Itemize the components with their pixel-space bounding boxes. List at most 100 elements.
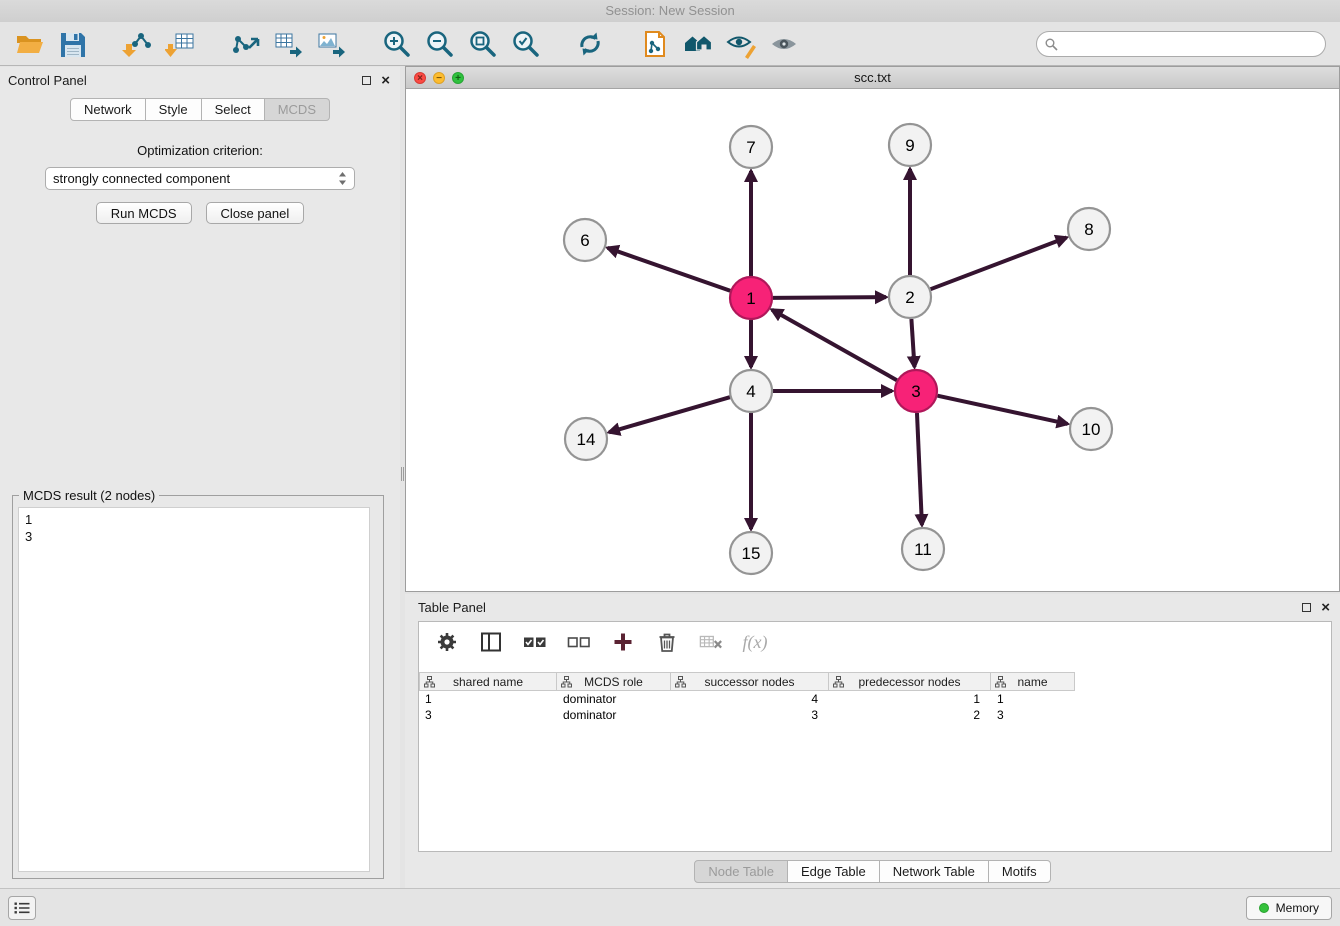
table-panel-header: Table Panel × bbox=[405, 594, 1340, 619]
hide-selected-icon[interactable] bbox=[726, 29, 756, 59]
svg-text:10: 10 bbox=[1082, 420, 1101, 439]
delete-column-icon[interactable] bbox=[655, 630, 679, 654]
maximize-window-icon[interactable]: + bbox=[452, 72, 464, 84]
graph-node-1[interactable]: 1 bbox=[730, 277, 772, 319]
zoom-in-icon[interactable] bbox=[381, 29, 411, 59]
float-panel-icon[interactable] bbox=[362, 76, 371, 85]
mcds-result-group: MCDS result (2 nodes) 1 3 bbox=[12, 495, 384, 879]
function-builder-icon: f(x) bbox=[743, 630, 767, 654]
column-header-predecessor_nodes[interactable]: predecessor nodes bbox=[829, 672, 991, 691]
table-cell-successor_nodes[interactable]: 4 bbox=[671, 691, 829, 707]
export-network-icon[interactable] bbox=[230, 29, 260, 59]
task-list-icon bbox=[14, 902, 30, 914]
node-table-body: 1dominator4113dominator323 bbox=[419, 691, 1331, 723]
tab-edge-table[interactable]: Edge Table bbox=[788, 860, 880, 883]
table-cell-successor_nodes[interactable]: 3 bbox=[671, 707, 829, 723]
graph-node-11[interactable]: 11 bbox=[902, 528, 944, 570]
tab-motifs[interactable]: Motifs bbox=[989, 860, 1051, 883]
network-canvas[interactable]: 7 9 6 8 1 2 4 3 14 10 15 11 bbox=[406, 89, 1339, 591]
svg-text:11: 11 bbox=[914, 540, 932, 559]
tab-mcds[interactable]: MCDS bbox=[265, 98, 330, 121]
column-header-name[interactable]: name bbox=[991, 672, 1075, 691]
close-panel-icon[interactable]: × bbox=[381, 76, 390, 86]
graph-edge-1-2[interactable] bbox=[773, 297, 886, 298]
criterion-dropdown[interactable]: strongly connected component bbox=[45, 167, 355, 190]
graph-node-10[interactable]: 10 bbox=[1070, 408, 1112, 450]
minimize-window-icon[interactable]: − bbox=[433, 72, 445, 84]
graph-edge-2-3[interactable] bbox=[911, 319, 914, 367]
graph-node-14[interactable]: 14 bbox=[565, 418, 607, 460]
graph-node-3[interactable]: 3 bbox=[895, 370, 937, 412]
graph-node-7[interactable]: 7 bbox=[730, 126, 772, 168]
tab-style[interactable]: Style bbox=[146, 98, 202, 121]
close-table-panel-icon[interactable]: × bbox=[1321, 603, 1330, 613]
graph-edge-1-6[interactable] bbox=[608, 248, 731, 291]
graph-edge-3-1[interactable] bbox=[772, 310, 897, 380]
tab-network-table[interactable]: Network Table bbox=[880, 860, 989, 883]
search-input[interactable] bbox=[1036, 31, 1326, 57]
graph-edge-4-14[interactable] bbox=[609, 397, 730, 432]
table-cell-predecessor_nodes[interactable]: 1 bbox=[829, 691, 991, 707]
column-header-mcds_role[interactable]: MCDS role bbox=[557, 672, 671, 691]
new-network-from-selection-icon[interactable] bbox=[640, 29, 670, 59]
column-header-successor_nodes[interactable]: successor nodes bbox=[671, 672, 829, 691]
table-cell-mcds_role[interactable]: dominator bbox=[557, 707, 671, 723]
control-panel-title: Control Panel bbox=[8, 73, 87, 88]
open-session-icon[interactable] bbox=[14, 29, 44, 59]
table-cell-shared_name[interactable]: 1 bbox=[419, 691, 557, 707]
first-neighbors-icon[interactable] bbox=[683, 29, 713, 59]
search-box bbox=[1036, 31, 1326, 57]
select-all-columns-icon[interactable] bbox=[523, 630, 547, 654]
graph-edge-2-8[interactable] bbox=[931, 238, 1067, 290]
graph-node-9[interactable]: 9 bbox=[889, 124, 931, 166]
graph-node-2[interactable]: 2 bbox=[889, 276, 931, 318]
float-table-panel-icon[interactable] bbox=[1302, 603, 1311, 612]
svg-text:2: 2 bbox=[905, 288, 914, 307]
export-table-icon[interactable] bbox=[273, 29, 303, 59]
graph-node-15[interactable]: 15 bbox=[730, 532, 772, 574]
zoom-out-icon[interactable] bbox=[424, 29, 454, 59]
show-all-icon[interactable] bbox=[769, 29, 799, 59]
svg-text:8: 8 bbox=[1084, 220, 1093, 239]
table-cell-mcds_role[interactable]: dominator bbox=[557, 691, 671, 707]
add-column-icon[interactable] bbox=[611, 630, 635, 654]
control-panel-tabs: Network Style Select MCDS bbox=[0, 98, 400, 121]
svg-text:15: 15 bbox=[742, 544, 761, 563]
table-settings-icon[interactable] bbox=[435, 630, 459, 654]
task-history-button[interactable] bbox=[8, 896, 36, 920]
table-row[interactable]: 1dominator411 bbox=[419, 691, 1331, 707]
table-cell-name[interactable]: 3 bbox=[991, 707, 1075, 723]
table-row[interactable]: 3dominator323 bbox=[419, 707, 1331, 723]
status-bar: Memory bbox=[0, 888, 1340, 926]
column-header-shared_name[interactable]: shared name bbox=[419, 672, 557, 691]
export-image-icon[interactable] bbox=[316, 29, 346, 59]
graph-node-8[interactable]: 8 bbox=[1068, 208, 1110, 250]
tab-select[interactable]: Select bbox=[202, 98, 265, 121]
table-cell-shared_name[interactable]: 3 bbox=[419, 707, 557, 723]
graph-node-4[interactable]: 4 bbox=[730, 370, 772, 412]
save-session-icon[interactable] bbox=[57, 29, 87, 59]
table-cell-predecessor_nodes[interactable]: 2 bbox=[829, 707, 991, 723]
node-table-container: f(x) shared nameMCDS rolesuccessor nodes… bbox=[418, 621, 1332, 852]
run-mcds-button[interactable]: Run MCDS bbox=[96, 202, 192, 224]
import-table-icon[interactable] bbox=[165, 29, 195, 59]
tab-network[interactable]: Network bbox=[70, 98, 146, 121]
network-view-window: × − + scc.txt 7968124314101511 bbox=[405, 66, 1340, 592]
graph-node-6[interactable]: 6 bbox=[564, 219, 606, 261]
show-columns-icon[interactable] bbox=[479, 630, 503, 654]
unselect-all-columns-icon[interactable] bbox=[567, 630, 591, 654]
node-table-header-row: shared nameMCDS rolesuccessor nodesprede… bbox=[419, 672, 1331, 691]
svg-text:3: 3 bbox=[911, 382, 920, 401]
tab-node-table[interactable]: Node Table bbox=[694, 860, 788, 883]
table-cell-name[interactable]: 1 bbox=[991, 691, 1075, 707]
apply-layout-icon[interactable] bbox=[575, 29, 605, 59]
graph-edge-3-11[interactable] bbox=[917, 413, 922, 525]
memory-button[interactable]: Memory bbox=[1246, 896, 1332, 920]
close-window-icon[interactable]: × bbox=[414, 72, 426, 84]
import-network-icon[interactable] bbox=[122, 29, 152, 59]
svg-text:6: 6 bbox=[580, 231, 589, 250]
graph-edge-3-10[interactable] bbox=[937, 396, 1067, 424]
zoom-selected-icon[interactable] bbox=[510, 29, 540, 59]
zoom-fit-icon[interactable] bbox=[467, 29, 497, 59]
close-panel-button[interactable]: Close panel bbox=[206, 202, 305, 224]
